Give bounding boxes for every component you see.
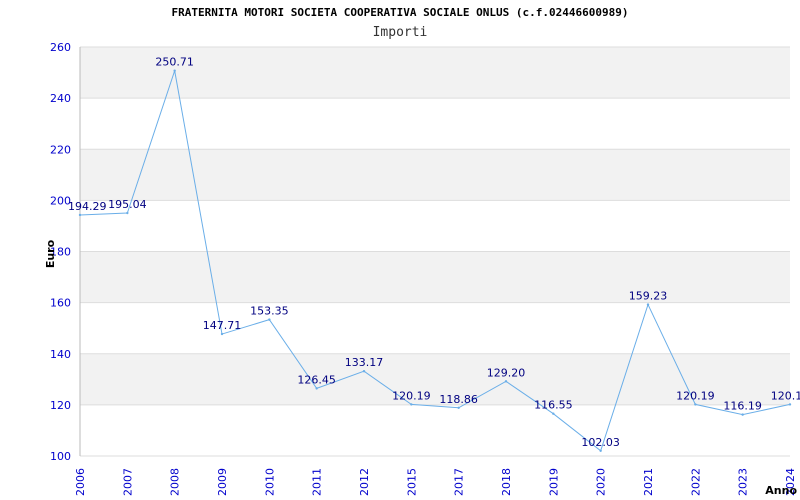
data-point	[78, 213, 82, 217]
x-tick-label: 2018	[500, 468, 513, 496]
x-tick-label: 2023	[737, 468, 750, 496]
y-tick-label: 140	[50, 348, 71, 361]
x-tick-label: 2015	[405, 468, 418, 496]
data-point	[362, 370, 366, 373]
data-label: 133.17	[345, 356, 384, 369]
data-point	[741, 413, 744, 416]
x-tick-label: 2009	[216, 468, 229, 496]
x-tick-label: 2008	[169, 468, 182, 496]
x-tick-label: 2012	[358, 468, 371, 496]
data-point	[646, 303, 650, 306]
data-point	[552, 412, 555, 415]
data-label: 102.03	[581, 436, 620, 449]
data-label: 250.71	[155, 56, 194, 69]
data-point	[315, 387, 318, 390]
data-label: 129.20	[487, 366, 526, 379]
data-point	[599, 449, 602, 453]
data-point	[220, 332, 224, 336]
x-axis-ticks: 2006 2007 2008 2009 2010 2011 2012 2015 2017 2018…	[74, 468, 797, 496]
x-tick-label: 2021	[642, 468, 655, 496]
data-point	[126, 211, 129, 215]
y-tick-label: 100	[50, 450, 71, 463]
data-label: 194.29	[68, 200, 107, 213]
background-band	[80, 47, 790, 99]
data-label: 120.19	[392, 389, 431, 402]
x-tick-label: 2007	[121, 468, 134, 496]
data-point	[173, 69, 176, 72]
x-tick-label: 2006	[74, 468, 87, 496]
data-label: 116.19	[723, 400, 762, 413]
data-label: 118.86	[439, 393, 478, 406]
y-tick-label: 260	[50, 41, 71, 54]
background-band	[80, 149, 790, 201]
line-chart: 100120140160180200220240260 2006 2007 2008…	[44, 41, 800, 497]
y-tick-label: 120	[50, 399, 71, 412]
data-label: 126.45	[297, 373, 336, 386]
x-tick-label: 2022	[689, 468, 702, 496]
data-label: 153.35	[250, 305, 289, 318]
data-point	[788, 403, 792, 406]
data-point	[410, 403, 413, 406]
data-label: 159.23	[629, 290, 668, 303]
y-tick-label: 220	[50, 143, 71, 156]
y-tick-label: 240	[50, 92, 71, 105]
data-point	[694, 403, 697, 406]
data-label: 120.19	[676, 389, 715, 402]
background-bands	[80, 47, 790, 405]
data-label: 195.04	[108, 198, 147, 211]
data-point	[268, 318, 271, 321]
x-tick-label: 2019	[547, 468, 560, 496]
chart-container: FRATERNITA MOTORI SOCIETA COOPERATIVA SO…	[0, 0, 800, 500]
y-axis-label: Euro	[44, 239, 57, 268]
x-tick-label: 2011	[311, 468, 324, 496]
data-label: 120.19	[771, 389, 800, 402]
x-axis-label: Anno	[765, 484, 797, 497]
data-label: 147.71	[203, 319, 242, 332]
y-tick-label: 160	[50, 297, 71, 310]
data-label: 116.55	[534, 399, 573, 412]
x-tick-label: 2010	[263, 468, 276, 496]
x-tick-label: 2017	[453, 468, 466, 496]
data-point	[504, 380, 508, 383]
data-point	[457, 406, 460, 409]
x-tick-label: 2020	[595, 468, 608, 496]
background-band	[80, 251, 790, 303]
